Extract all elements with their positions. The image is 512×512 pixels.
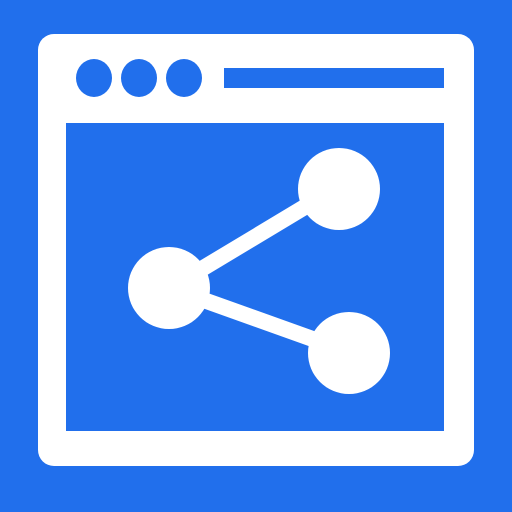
window-dot-1 — [76, 59, 112, 97]
share-node-top — [298, 148, 380, 230]
window-dot-3 — [166, 59, 202, 97]
window-content-area — [66, 123, 444, 431]
window-dot-2 — [121, 59, 157, 97]
browser-window — [38, 34, 474, 466]
share-node-bottom — [308, 312, 390, 394]
window-address-bar — [224, 68, 444, 88]
icon-canvas — [0, 0, 512, 512]
share-node-left — [128, 247, 210, 329]
browser-window-share-icon — [0, 0, 512, 512]
